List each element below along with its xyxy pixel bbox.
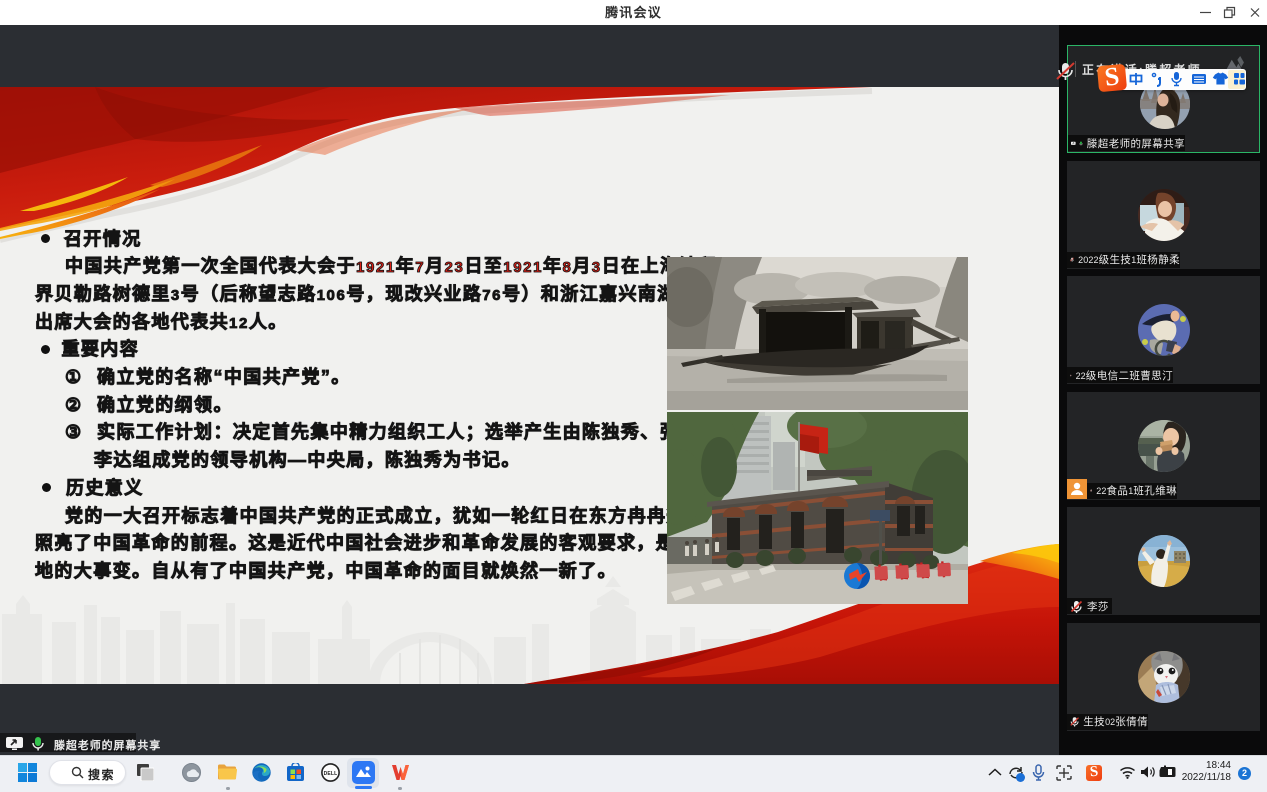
svg-text:DELL: DELL [324, 771, 338, 777]
